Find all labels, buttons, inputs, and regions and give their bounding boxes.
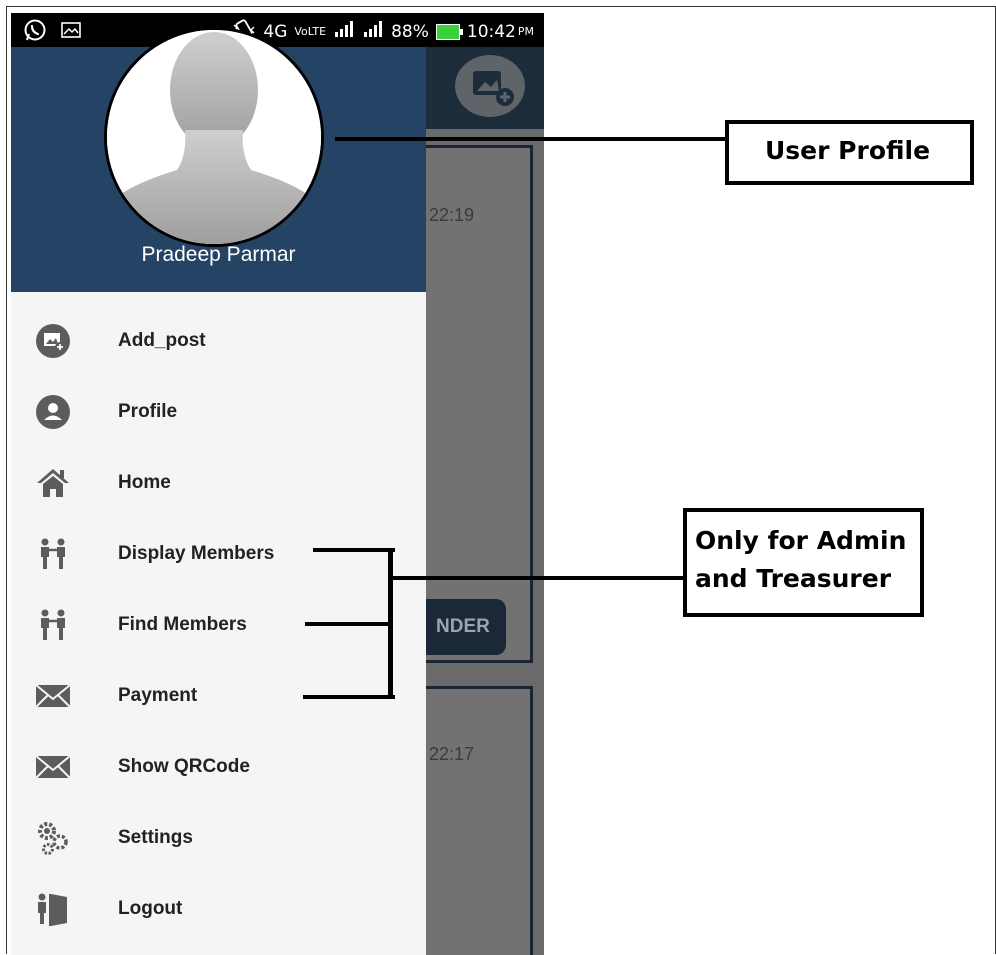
menu-label: Show QRCode [118, 755, 250, 777]
image-notification-icon [61, 21, 81, 44]
admin-callout-line2: and Treasurer [695, 564, 892, 593]
bracket-line-bottom [303, 695, 395, 699]
people-icon [35, 607, 71, 643]
menu-label: Find Members [118, 613, 247, 635]
menu-item-logout[interactable]: Logout [11, 873, 426, 944]
clock: 10:42 [466, 21, 516, 42]
post-time: 22:17 [429, 744, 475, 764]
user-profile-pointer-line [335, 137, 727, 141]
menu-item-show-qrcode[interactable]: Show QRCode [11, 731, 426, 802]
gears-icon [35, 820, 71, 856]
admin-callout-line1: Only for Admin [695, 526, 907, 555]
post-time: 22:19 [429, 205, 475, 225]
signal-icon-2 [362, 21, 384, 42]
signal-icon [333, 21, 355, 42]
phone-screen: 4G VoLTE 88% 10:42 PM 22:19 22:17 NDER P… [11, 13, 544, 955]
menu-label: Add_post [118, 329, 206, 351]
user-circle-icon [35, 394, 71, 430]
menu-item-add-post[interactable]: Add_post [11, 305, 426, 376]
menu-label: Home [118, 471, 171, 493]
menu-label: Logout [118, 897, 183, 919]
envelope-icon [35, 749, 71, 785]
menu-label: Settings [118, 826, 193, 848]
user-profile-callout-text: User Profile [765, 136, 931, 165]
volte-indicator: VoLTE [294, 25, 327, 38]
admin-treasurer-callout: Only for Admin and Treasurer [683, 508, 924, 617]
envelope-icon [35, 678, 71, 714]
whatsapp-icon [23, 18, 47, 47]
menu-label: Payment [118, 684, 198, 706]
post-card[interactable] [411, 686, 533, 955]
add-image-icon [35, 323, 71, 359]
menu-label: Display Members [118, 542, 275, 564]
battery-icon [435, 23, 463, 40]
menu-item-settings[interactable]: Settings [11, 802, 426, 873]
avatar[interactable] [104, 27, 324, 247]
menu-item-profile[interactable]: Profile [11, 376, 426, 447]
admin-pointer-line [390, 576, 685, 580]
clock-ampm: PM [517, 25, 534, 38]
bracket-vertical [388, 548, 393, 699]
people-icon [35, 536, 71, 572]
bracket-line-top [313, 548, 395, 552]
menu-item-display-members[interactable]: Display Members [11, 518, 426, 589]
network-type: 4G [263, 21, 288, 42]
user-profile-callout: User Profile [725, 120, 974, 185]
exit-door-icon [35, 891, 71, 927]
menu-label: Profile [118, 400, 178, 422]
drawer-header: Pradeep Parmar [11, 27, 426, 292]
navigation-drawer: Pradeep Parmar Add_post Profile Home Dis… [11, 27, 426, 955]
menu-item-home[interactable]: Home [11, 447, 426, 518]
bracket-line-middle [305, 622, 391, 626]
battery-percent: 88% [391, 21, 429, 42]
add-post-fab[interactable] [455, 55, 525, 117]
home-icon [35, 465, 71, 501]
user-name: Pradeep Parmar [141, 243, 296, 266]
status-bar: 4G VoLTE 88% 10:42 PM [11, 13, 544, 47]
